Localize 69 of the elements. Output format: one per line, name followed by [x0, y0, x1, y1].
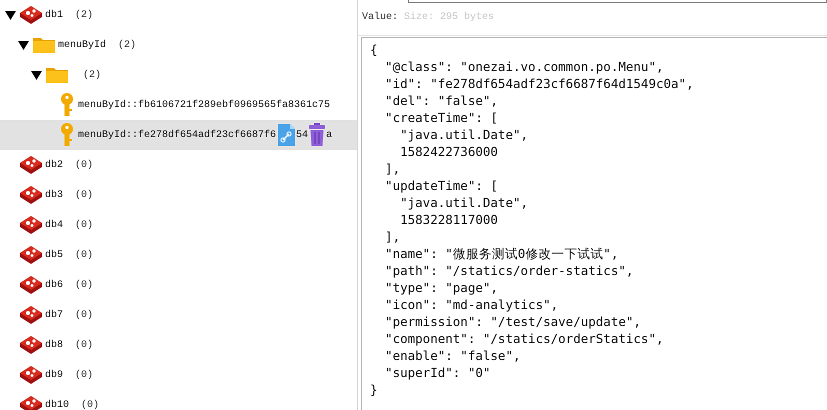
value-editor[interactable]	[361, 37, 827, 410]
database-name: db2	[45, 160, 64, 170]
database-icon	[19, 305, 43, 325]
database-name: db5	[45, 250, 64, 260]
code-line: 1583228117000	[399, 211, 499, 228]
key-name: a	[326, 130, 332, 140]
database-name: db10	[45, 400, 70, 410]
item-count: (0)	[75, 280, 94, 290]
database-name: db7	[45, 310, 64, 320]
code-line: "enable": "false",	[384, 347, 522, 364]
code-line: "id": "fe278df654adf23cf6687f64d1549c0a",	[384, 75, 695, 92]
database-icon	[19, 275, 43, 295]
key-name: 54	[296, 130, 308, 140]
database-name: db3	[45, 190, 64, 200]
database-icon	[19, 215, 43, 235]
code-line: "name": "微服务测试0修改一下试试",	[384, 245, 620, 262]
code-line: {	[370, 41, 379, 58]
database-icon	[19, 185, 43, 205]
item-count: (0)	[75, 190, 94, 200]
key-name: menuById::fe278df654adf23cf6687f6	[78, 130, 276, 140]
code-line: "component": "/statics/orderStatics",	[384, 330, 664, 347]
folder-name: menuById	[58, 40, 106, 50]
code-line: "path": "/statics/order-statics",	[384, 262, 634, 279]
database-icon	[19, 155, 43, 175]
key-icon	[58, 93, 76, 117]
item-count: (2)	[83, 70, 102, 80]
expand-arrow-icon[interactable]	[31, 70, 42, 80]
expand-arrow-icon[interactable]	[5, 10, 16, 20]
code-line: "icon": "md-analytics",	[384, 296, 560, 313]
code-line: "updateTime": [	[384, 177, 499, 194]
item-count: (0)	[75, 310, 94, 320]
key-icon	[58, 123, 76, 147]
database-name: db6	[45, 280, 64, 290]
code-line: }	[370, 381, 379, 398]
code-line: "type": "page",	[384, 279, 499, 296]
trash-icon[interactable]	[308, 123, 326, 147]
expand-arrow-icon[interactable]	[18, 40, 29, 50]
item-count: (0)	[75, 370, 94, 380]
database-icon	[19, 365, 43, 385]
item-count: (0)	[81, 400, 100, 410]
code-line: 1582422736000	[399, 143, 499, 160]
item-count: (2)	[118, 40, 136, 50]
database-name: db8	[45, 340, 64, 350]
database-name: db4	[45, 220, 64, 230]
code-line: "java.util.Date",	[399, 126, 530, 143]
value-label: Value:	[362, 12, 398, 22]
code-line: "superId": "0"	[384, 364, 492, 381]
code-line: "permission": "/test/save/update",	[384, 313, 642, 330]
item-count: (0)	[75, 250, 94, 260]
database-icon	[19, 5, 43, 25]
code-line: "java.util.Date",	[399, 194, 530, 211]
key-name: menuById::fb6106721f289ebf0969565fa8361c75	[78, 100, 330, 110]
folder-icon	[45, 65, 69, 85]
code-line: "@class": "onezai.vo.common.po.Menu",	[384, 58, 664, 75]
database-name: db1	[45, 10, 64, 20]
item-count: (2)	[75, 10, 94, 20]
selected-tree-row[interactable]: menuById::fe278df654adf23cf6687f6 54 a	[0, 120, 357, 150]
database-icon	[19, 335, 43, 355]
item-count: (0)	[75, 340, 94, 350]
database-name: db9	[45, 370, 64, 380]
folder-icon	[32, 35, 56, 55]
code-line: ],	[384, 228, 402, 245]
code-line: "createTime": [	[384, 109, 499, 126]
item-count: (0)	[75, 220, 94, 230]
item-count: (0)	[75, 160, 94, 170]
copy-icon[interactable]	[276, 123, 296, 147]
code-line: ],	[384, 160, 402, 177]
code-line: "del": "false",	[384, 92, 499, 109]
database-icon	[19, 245, 43, 265]
